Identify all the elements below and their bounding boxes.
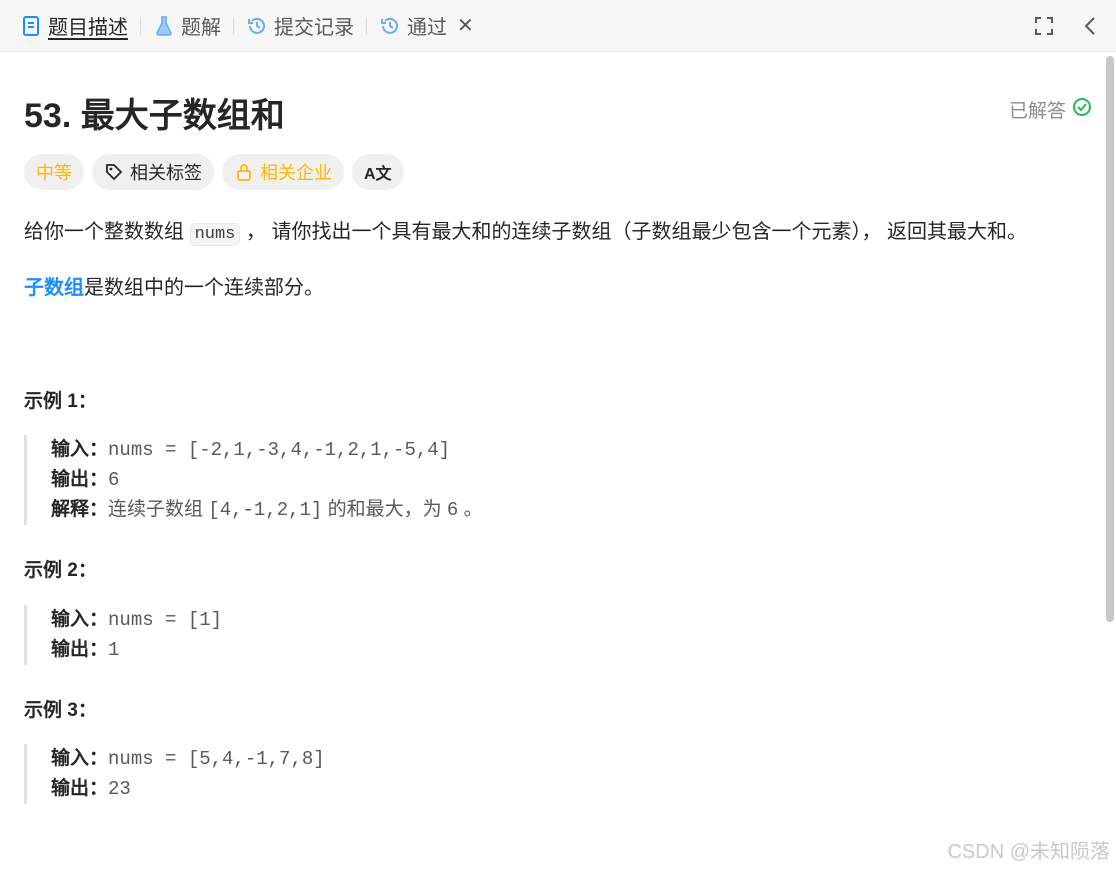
related-companies-label: 相关企业 [260,163,332,183]
translate-icon: A文 [364,166,392,183]
vertical-scrollbar[interactable] [1106,56,1114,622]
subarray-definition: 子数组是数组中的一个连续部分。 [24,274,324,302]
history-icon [246,15,268,37]
subarray-link[interactable]: 子数组 [24,277,84,299]
document-icon [20,15,42,37]
tab-divider [366,16,367,35]
solved-status: 已解答 [1009,96,1092,123]
related-tags-button[interactable]: 相关标签 [92,154,214,190]
translate-button[interactable]: A文 [352,154,404,190]
fullscreen-icon[interactable] [1032,14,1056,38]
tag-row: 中等 相关标签 相关企业 A文 [24,154,404,190]
example-title: 示例 1： [24,391,97,412]
watermark: CSDN @未知陨落 [947,841,1110,863]
description-text: ， 请你找出一个具有最大和的连续子数组（子数组最少包含一个元素）， 返回其最大和… [240,221,1028,243]
example-block: 输入：nums = [-2,1,-3,4,-1,2,1,-5,4] 输出：6 解… [24,435,483,525]
example-explanation: 解释：连续子数组 [4,-1,2,1] 的和最大，为 6 。 [51,499,483,521]
example-output: 输出：23 [51,778,131,800]
tab-solutions-label: 题解 [181,17,221,39]
subarray-definition-text: 是数组中的一个连续部分。 [84,277,324,299]
example-title: 示例 3： [24,700,97,721]
tab-submissions-label: 提交记录 [274,17,354,39]
inline-code: nums [189,223,241,246]
related-tags-label: 相关标签 [130,163,202,183]
example-input: 输入：nums = [5,4,-1,7,8] [51,748,325,770]
difficulty-badge[interactable]: 中等 [24,154,84,190]
chevron-left-icon[interactable] [1078,14,1102,38]
example-input: 输入：nums = [1] [51,609,223,631]
related-companies-button[interactable]: 相关企业 [222,154,344,190]
example-output: 输出：6 [51,469,120,491]
tab-divider [233,16,234,35]
history-icon [379,15,401,37]
example-output: 输出：1 [51,639,120,661]
example-block: 输入：nums = [1] 输出：1 [24,605,222,665]
tab-description[interactable]: 题目描述 [14,0,134,52]
tab-solutions[interactable]: 题解 [147,0,227,52]
tag-icon [104,162,124,182]
example-block: 输入：nums = [5,4,-1,7,8] 输出：23 [24,744,325,804]
tab-divider [140,16,141,35]
check-circle-icon [1072,97,1092,123]
tab-accepted[interactable]: 通过 ✕ [373,0,480,52]
problem-description: 给你一个整数数组 nums ， 请你找出一个具有最大和的连续子数组（子数组最少包… [24,218,1027,249]
problem-title: 53. 最大子数组和 [24,97,285,135]
flask-icon [153,15,175,37]
problem-content: 53. 最大子数组和 已解答 中等 相关标签 相关企业 A文 给你一个整数数组 … [0,52,1104,872]
description-text: 给你一个整数数组 [24,221,190,243]
example-input: 输入：nums = [-2,1,-3,4,-1,2,1,-5,4] [51,439,451,461]
example-title: 示例 2： [24,560,97,581]
tab-accepted-label: 通过 [407,17,447,39]
solved-label: 已解答 [1008,101,1066,122]
tab-submissions[interactable]: 提交记录 [240,0,360,52]
tab-description-label: 题目描述 [48,17,128,39]
tab-bar: 题目描述 题解 提交记录 通过 ✕ [0,0,1116,52]
window-controls [1032,14,1102,38]
close-icon[interactable]: ✕ [457,13,474,38]
lock-icon [234,162,254,182]
